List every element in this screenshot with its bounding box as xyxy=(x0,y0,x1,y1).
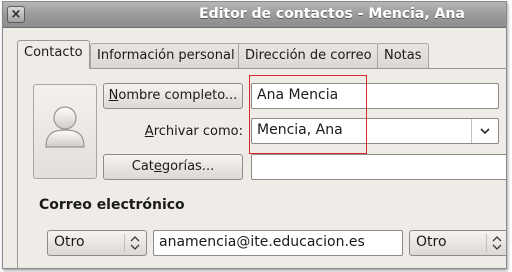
updown-arrows-icon xyxy=(486,234,506,252)
categories-button[interactable]: Categorías... xyxy=(103,154,243,180)
close-icon: × xyxy=(10,7,22,22)
full-name-button[interactable]: Nombre completo... xyxy=(103,83,243,109)
full-name-field[interactable]: Ana Mencia xyxy=(251,83,499,109)
tab-direccion-de-correo[interactable]: Dirección de correo xyxy=(238,43,379,68)
window-title: Editor de contactos - Mencia, Ana xyxy=(199,6,465,22)
tab-notas[interactable]: Notas xyxy=(377,43,429,68)
tab-bar: Contacto Información personal Dirección … xyxy=(17,40,506,69)
contact-editor-window: × Editor de contactos - Mencia, Ana Cont… xyxy=(2,1,507,269)
tab-label: Contacto xyxy=(24,45,83,60)
label-mnemonic: A xyxy=(144,124,154,139)
email-section-title: Correo electrónico xyxy=(39,197,185,213)
button-mnemonic: N xyxy=(108,88,119,103)
tab-label: Dirección de correo xyxy=(245,48,372,63)
button-label-part: gorías... xyxy=(161,159,215,174)
contact-photo-button[interactable] xyxy=(33,84,97,179)
close-window-button[interactable]: × xyxy=(7,6,25,23)
button-label-part: Cat xyxy=(131,159,154,174)
categories-field[interactable] xyxy=(251,154,506,180)
tab-label: Notas xyxy=(384,48,422,63)
file-as-value: Mencia, Ana xyxy=(257,122,343,138)
file-as-dropdown-button[interactable] xyxy=(471,119,497,143)
person-placeholder-icon xyxy=(45,106,85,148)
title-bar: × Editor de contactos - Mencia, Ana xyxy=(3,2,506,28)
tab-contacto[interactable]: Contacto xyxy=(17,40,90,69)
email-type-select-2[interactable]: Otro xyxy=(409,230,506,256)
label-part: rchivar como: xyxy=(153,124,243,139)
tab-label: Información personal xyxy=(97,48,235,63)
select-value: Otro xyxy=(416,234,447,250)
file-as-combobox[interactable]: Mencia, Ana xyxy=(251,118,499,144)
tab-informacion-personal[interactable]: Información personal xyxy=(90,43,242,68)
file-as-label: Archivar como: xyxy=(111,124,243,139)
email-address-field-1[interactable]: anamencia@ite.educacion.es xyxy=(153,230,403,256)
button-label-part: ombre completo... xyxy=(118,88,238,103)
email-type-select-1[interactable]: Otro xyxy=(47,230,147,256)
updown-arrows-icon xyxy=(124,234,144,252)
chevron-down-icon xyxy=(479,128,490,135)
button-mnemonic: e xyxy=(153,159,162,174)
select-value: Otro xyxy=(54,234,85,250)
